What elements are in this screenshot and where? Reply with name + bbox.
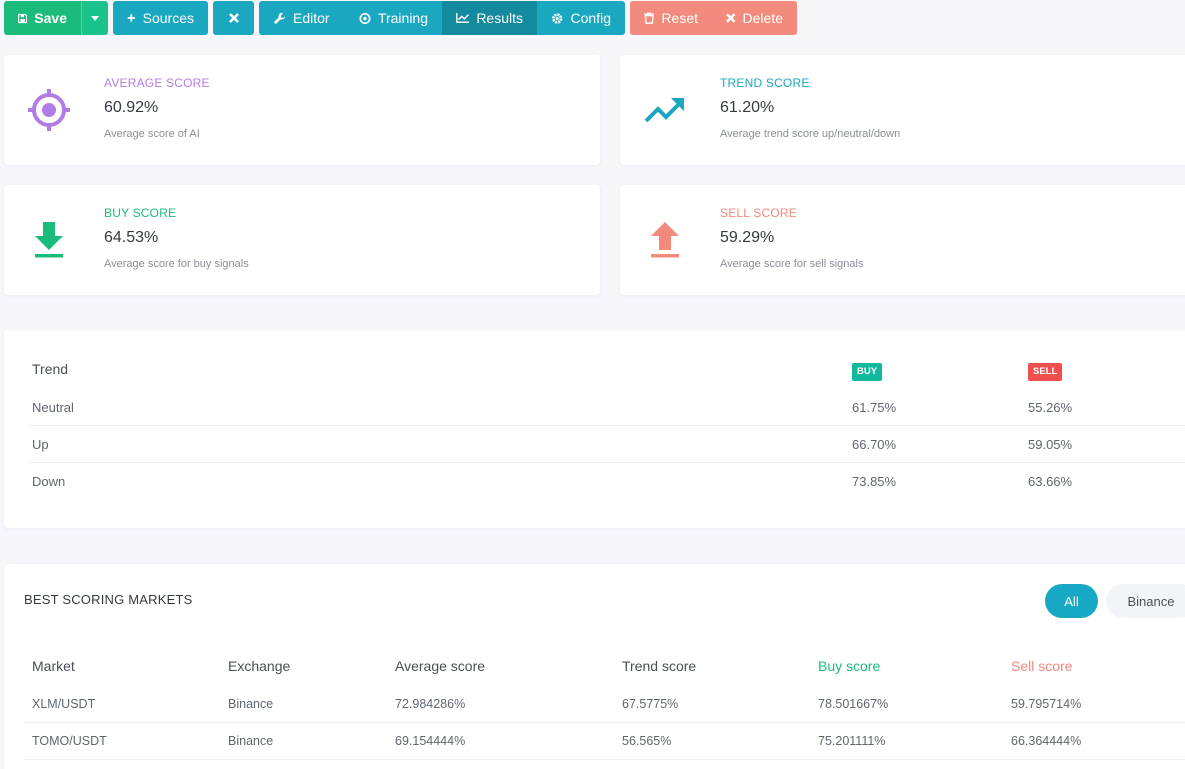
sell-score-card: SELL SCORE 59.29% Average score for sell… — [620, 185, 1185, 295]
save-button[interactable]: Save — [4, 1, 81, 35]
buy-score-card: BUY SCORE 64.53% Average score for buy s… — [4, 185, 600, 295]
delete-button[interactable]: Delete — [712, 1, 797, 35]
market-cell: XLM/USDT — [32, 697, 96, 711]
buy-cell: 73.85% — [852, 474, 897, 489]
sell-cell: 55.26% — [1028, 400, 1073, 415]
table-row: XLM/USDT Binance 72.984286% 67.5775% 78.… — [24, 686, 1185, 723]
trend-column-header: Trend — [32, 361, 69, 377]
market-column-header: Market — [32, 658, 75, 674]
table-row: Down 73.85% 63.66% — [28, 463, 1185, 500]
buy-score-desc: Average score for buy signals — [104, 258, 249, 270]
gear-icon — [552, 12, 563, 24]
sell-score-label: SELL SCORE — [720, 206, 797, 220]
trend-score-desc: Average trend score up/neutral/down — [720, 128, 901, 140]
delete-label: Delete — [742, 10, 783, 26]
sell-score-value: 59.29% — [720, 229, 775, 246]
upload-arrow-icon — [642, 217, 688, 263]
filter-all-button[interactable]: All — [1045, 584, 1098, 618]
buy-score-cell: 78.501667% — [818, 697, 889, 711]
trend-cell: Neutral — [32, 400, 74, 415]
trend-score-label: TREND SCORE — [720, 76, 810, 90]
training-button[interactable]: Training — [345, 1, 442, 35]
results-button[interactable]: Results — [442, 1, 537, 35]
sources-label: Sources — [142, 10, 194, 26]
buy-cell: 61.75% — [852, 400, 897, 415]
buy-cell: 66.70% — [852, 437, 897, 452]
sell-cell: 59.05% — [1028, 437, 1073, 452]
trend-table-header: Trend BUY SELL — [28, 351, 1185, 388]
average-score-desc: Average score of AI — [104, 128, 200, 140]
trend-score-card: TREND SCORE 61.20% Average trend score u… — [620, 55, 1185, 165]
average-score-column-header: Average score — [395, 658, 486, 674]
average-score-cell: 69.154444% — [395, 734, 466, 748]
save-options-button[interactable] — [81, 1, 108, 35]
buy-score-column-header: Buy score — [818, 658, 881, 674]
results-label: Results — [476, 10, 523, 26]
trend-score-cell: 56.565% — [622, 734, 672, 748]
save-button-group: Save — [4, 1, 108, 35]
editor-button[interactable]: Editor — [259, 1, 345, 35]
close-icon — [726, 13, 736, 23]
average-score-card: AVERAGE SCORE 60.92% Average score of AI — [4, 55, 600, 165]
training-label: Training — [377, 10, 428, 26]
close-button-group — [213, 1, 254, 35]
trash-icon — [644, 12, 655, 24]
trend-cell: Up — [32, 437, 49, 452]
filter-binance-button[interactable]: Binance — [1106, 584, 1185, 618]
sell-score-cell: 59.795714% — [1011, 697, 1082, 711]
caret-down-icon — [91, 15, 99, 21]
exchange-cell: Binance — [228, 734, 274, 748]
target-icon — [359, 12, 371, 24]
view-tabs: Editor Training Results Config — [259, 1, 625, 35]
average-score-value: 60.92% — [104, 99, 159, 116]
line-chart-icon — [456, 13, 470, 23]
table-row: Up 66.70% 59.05% — [28, 426, 1185, 463]
trend-score-cell: 67.5775% — [622, 697, 679, 711]
sell-score-desc: Average score for sell signals — [720, 258, 864, 270]
wrench-icon — [273, 12, 286, 24]
markets-table-header: Market Exchange Average score Trend scor… — [24, 648, 1185, 685]
danger-button-group: Reset Delete — [630, 1, 797, 35]
sources-button[interactable]: Sources — [113, 1, 208, 35]
buy-badge: BUY — [852, 363, 883, 381]
sources-button-group: Sources — [113, 1, 208, 35]
config-button[interactable]: Config — [537, 1, 625, 35]
sell-badge: SELL — [1028, 363, 1063, 381]
exchange-cell: Binance — [228, 697, 274, 711]
save-icon — [18, 13, 28, 23]
buy-score-label: BUY SCORE — [104, 206, 177, 220]
average-score-label: AVERAGE SCORE — [104, 76, 210, 90]
reset-label: Reset — [661, 10, 698, 26]
crosshair-icon — [26, 87, 72, 133]
plus-icon — [127, 14, 135, 22]
editor-label: Editor — [293, 10, 330, 26]
toolbar: Save Sources Editor Training Results Con… — [4, 1, 802, 35]
sell-score-column-header: Sell score — [1011, 658, 1073, 674]
reset-button[interactable]: Reset — [630, 1, 712, 35]
trend-score-column-header: Trend score — [622, 658, 697, 674]
exchange-column-header: Exchange — [228, 658, 291, 674]
download-arrow-icon — [26, 217, 72, 263]
best-markets-title: BEST SCORING MARKETS — [24, 592, 193, 607]
sell-cell: 63.66% — [1028, 474, 1073, 489]
close-button[interactable] — [213, 1, 254, 35]
buy-score-cell: 75.201111% — [818, 734, 886, 748]
average-score-cell: 72.984286% — [395, 697, 466, 711]
table-row: Neutral 61.75% 55.26% — [28, 389, 1185, 426]
table-row: TOMO/USDT Binance 69.154444% 56.565% 75.… — [24, 723, 1185, 760]
save-label: Save — [34, 10, 67, 26]
trend-table-card: Trend BUY SELL Neutral 61.75% 55.26% Up … — [4, 330, 1185, 528]
market-cell: TOMO/USDT — [32, 734, 107, 748]
close-icon — [228, 13, 239, 23]
trending-up-icon — [642, 87, 688, 133]
config-label: Config — [570, 10, 611, 26]
buy-score-value: 64.53% — [104, 229, 159, 246]
sell-score-cell: 66.364444% — [1011, 734, 1082, 748]
best-markets-card: BEST SCORING MARKETS All Binance Market … — [4, 564, 1185, 769]
trend-score-value: 61.20% — [720, 99, 775, 116]
trend-cell: Down — [32, 474, 66, 489]
